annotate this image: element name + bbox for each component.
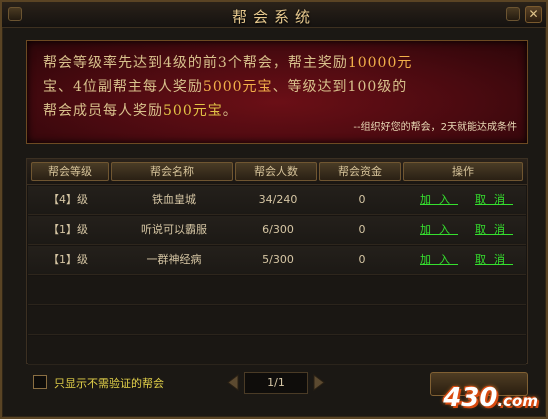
join-guild-link[interactable]: 加入 <box>420 186 458 215</box>
watermark-suffix: .com <box>497 392 538 410</box>
table-row[interactable]: 【1】级 一群神经病 5/300 0 加入 取消 <box>28 246 526 275</box>
join-guild-link[interactable]: 加入 <box>420 216 458 245</box>
verification-filter-label: 只显示不需验证的帮会 <box>54 377 164 390</box>
guild-system-window: 帮会系统 ✕ 帮会等级率先达到4级的前3个帮会，帮主奖励10000元 宝、4位副… <box>0 0 548 419</box>
row-members: 5/300 <box>262 253 294 266</box>
header-guild-funds[interactable]: 帮会资金 <box>319 162 401 181</box>
empty-row <box>28 336 526 365</box>
row-members: 34/240 <box>258 193 298 206</box>
next-page-arrow-icon[interactable] <box>312 374 326 391</box>
reward-banner: 帮会等级率先达到4级的前3个帮会，帮主奖励10000元 宝、4位副帮主每人奖励5… <box>26 40 528 144</box>
row-level: 【1】级 <box>48 223 88 236</box>
row-members: 6/300 <box>262 223 294 236</box>
banner-reward-ingot-10000: 10000元 <box>347 55 413 71</box>
row-funds: 0 <box>358 193 366 206</box>
cancel-link[interactable]: 取消 <box>475 186 513 215</box>
site-watermark-logo: 430.com <box>443 383 538 413</box>
window-title: 帮会系统 <box>231 8 316 26</box>
pagination: 1/1 <box>226 372 326 394</box>
row-level: 【4】级 <box>48 193 88 206</box>
banner-line1-text: 帮会等级率先达到4级的前3个帮会，帮主奖励 <box>43 55 348 71</box>
row-funds: 0 <box>358 253 366 266</box>
join-guild-link[interactable]: 加入 <box>420 246 458 275</box>
banner-reward-ingot-500: 500元宝 <box>163 103 223 119</box>
header-guild-level[interactable]: 帮会等级 <box>31 162 109 181</box>
banner-line2-text-b: 、4位副帮主每人奖励 <box>58 79 203 95</box>
title-bar[interactable]: 帮会系统 ✕ <box>2 2 546 28</box>
watermark-main: 430 <box>443 383 498 413</box>
row-funds: 0 <box>358 223 366 236</box>
reward-description: 帮会等级率先达到4级的前3个帮会，帮主奖励10000元 宝、4位副帮主每人奖励5… <box>43 51 517 123</box>
previous-page-arrow-icon[interactable] <box>226 374 240 391</box>
header-guild-members[interactable]: 帮会人数 <box>235 162 317 181</box>
row-guild-name: 一群神经病 <box>146 253 202 266</box>
title-ornament-right <box>506 7 520 21</box>
empty-row <box>28 276 526 305</box>
close-icon: ✕ <box>528 7 539 21</box>
close-button[interactable]: ✕ <box>525 6 542 23</box>
row-guild-name: 听说可以霸服 <box>141 223 207 236</box>
banner-line3-end: 。 <box>222 103 238 119</box>
empty-row <box>28 306 526 335</box>
banner-reward-ingot-5000: 5000元宝 <box>202 79 273 95</box>
page-indicator: 1/1 <box>244 372 308 394</box>
row-level: 【1】级 <box>48 253 88 266</box>
banner-line3-text: 帮会成员每人奖励 <box>43 103 163 119</box>
guild-list-table: 帮会等级 帮会名称 帮会人数 帮会资金 操作 【4】级 铁血皇城 34/240 … <box>26 158 528 365</box>
cancel-link[interactable]: 取消 <box>475 216 513 245</box>
row-guild-name: 铁血皇城 <box>152 193 196 206</box>
banner-line2-text-d: 、等级达到100级的 <box>272 79 408 95</box>
table-row[interactable]: 【4】级 铁血皇城 34/240 0 加入 取消 <box>28 186 526 215</box>
table-row[interactable]: 【1】级 听说可以霸服 6/300 0 加入 取消 <box>28 216 526 245</box>
cancel-link[interactable]: 取消 <box>475 246 513 275</box>
banner-note: --组织好您的帮会，2天就能达成条件 <box>353 122 517 133</box>
banner-line2-text: 宝 <box>43 79 58 95</box>
verification-filter-checkbox[interactable] <box>33 375 47 389</box>
header-actions: 操作 <box>403 162 523 181</box>
header-guild-name[interactable]: 帮会名称 <box>111 162 233 181</box>
table-header: 帮会等级 帮会名称 帮会人数 帮会资金 操作 <box>27 159 527 185</box>
